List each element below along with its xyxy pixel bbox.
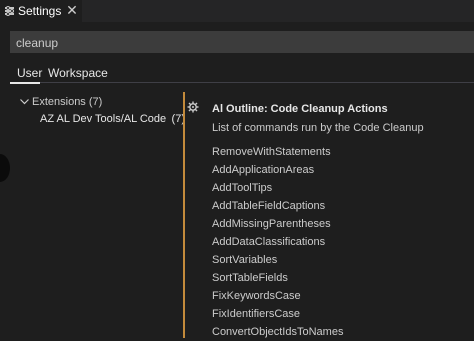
settings-file-icon xyxy=(3,4,17,18)
gear-icon[interactable] xyxy=(187,101,199,113)
scroll-shadow xyxy=(0,154,10,182)
list-item[interactable]: FixKeywordsCase xyxy=(212,287,474,305)
toc-al-dev-tools[interactable]: AZ AL Dev Tools/AL Code O... (7) xyxy=(40,113,185,125)
list-item[interactable]: RemoveWithStatements xyxy=(212,143,474,161)
list-item[interactable]: AddTableFieldCaptions xyxy=(212,197,474,215)
setting-description: List of commands run by the Code Cleanup xyxy=(212,122,424,134)
list-item[interactable]: FixIdentifiersCase xyxy=(212,305,474,323)
list-item[interactable]: AddApplicationAreas xyxy=(212,161,474,179)
list-item[interactable]: ConvertObjectIdsToNames xyxy=(212,323,474,341)
search-input[interactable]: cleanup xyxy=(10,31,474,53)
list-item[interactable]: AddToolTips xyxy=(212,179,474,197)
list-item[interactable]: AddDataClassifications xyxy=(212,233,474,251)
close-icon[interactable]: ✕ xyxy=(65,2,79,18)
modified-indicator xyxy=(183,92,185,338)
tab-settings[interactable]: Settings ✕ xyxy=(0,0,82,22)
list-item[interactable]: SortVariables xyxy=(212,251,474,269)
toc-extensions-label: Extensions (7) xyxy=(32,96,103,108)
chevron-down-icon xyxy=(20,97,32,108)
list-item[interactable]: SortTableFields xyxy=(212,269,474,287)
tab-user[interactable]: User xyxy=(17,66,42,80)
cleanup-actions-list: RemoveWithStatements AddApplicationAreas… xyxy=(212,143,474,341)
toc-extensions[interactable]: Extensions (7) xyxy=(20,96,102,108)
list-item[interactable]: AddMissingParentheses xyxy=(212,215,474,233)
tab-bar: Settings ✕ xyxy=(0,0,474,22)
active-scope-indicator xyxy=(10,82,40,84)
tab-workspace[interactable]: Workspace xyxy=(48,66,108,80)
setting-title: Al Outline: Code Cleanup Actions xyxy=(212,103,388,115)
search-value: cleanup xyxy=(16,36,59,50)
tab-label: Settings xyxy=(18,4,62,18)
scope-divider xyxy=(10,82,474,83)
toc-al-label: AZ AL Dev Tools/AL Code O... xyxy=(40,113,168,125)
